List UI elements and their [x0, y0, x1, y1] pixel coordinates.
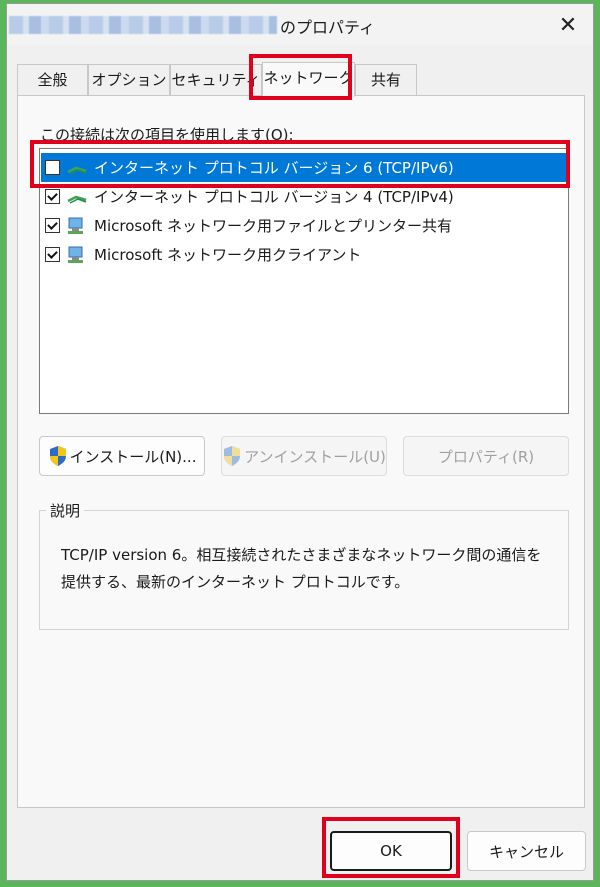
- uac-shield-icon: [224, 446, 241, 466]
- uac-shield-icon: [49, 446, 66, 466]
- window-title: のプロパティ: [280, 18, 376, 37]
- network-protocol-icon: [67, 195, 87, 204]
- tab-general[interactable]: 全般: [17, 64, 88, 96]
- description-group: 説明 TCP/IP version 6。相互接続されたさまざまなネットワーク間の…: [39, 500, 569, 630]
- install-button[interactable]: インストール(N)...: [39, 436, 205, 476]
- description-legend: 説明: [46, 500, 85, 521]
- checkbox[interactable]: [45, 160, 60, 175]
- cancel-button[interactable]: キャンセル: [467, 831, 586, 871]
- cancel-label: キャンセル: [488, 842, 564, 861]
- list-item[interactable]: インターネット プロトコル バージョン 4 (TCP/IPv4): [41, 182, 567, 211]
- network-service-icon: [68, 217, 83, 234]
- install-label: インストール(N)...: [69, 447, 197, 466]
- network-protocol-icon: [67, 166, 87, 175]
- redacted-connection-name: [9, 16, 277, 34]
- network-tab-panel: この接続は次の項目を使用します(O): インターネット プロトコル バージョン …: [17, 95, 585, 808]
- uninstall-label: アンインストール(U): [244, 447, 386, 466]
- components-listbox[interactable]: インターネット プロトコル バージョン 6 (TCP/IPv6) インターネット…: [39, 148, 569, 414]
- list-item[interactable]: Microsoft ネットワーク用ファイルとプリンター共有: [41, 211, 567, 240]
- tab-options[interactable]: オプション: [88, 64, 170, 96]
- title-bar: のプロパティ ✕: [7, 4, 593, 46]
- items-label: この接続は次の項目を使用します(O):: [40, 126, 294, 144]
- uninstall-button[interactable]: アンインストール(U): [221, 436, 387, 476]
- list-item[interactable]: Microsoft ネットワーク用クライアント: [41, 240, 567, 269]
- properties-button[interactable]: プロパティ(R): [403, 436, 569, 476]
- list-item[interactable]: インターネット プロトコル バージョン 6 (TCP/IPv6): [41, 153, 567, 182]
- properties-dialog: のプロパティ ✕ 全般 オプション セキュリティ ネットワーク 共有 この接続は…: [6, 3, 594, 881]
- network-client-icon: [68, 246, 83, 263]
- description-text: TCP/IP version 6。相互接続されたさまざまなネットワーク間の通信を…: [61, 546, 542, 591]
- checkbox[interactable]: [45, 189, 60, 204]
- properties-label: プロパティ(R): [437, 447, 535, 466]
- checkbox[interactable]: [45, 247, 60, 262]
- list-item-label: インターネット プロトコル バージョン 6 (TCP/IPv6): [94, 159, 454, 177]
- ok-button[interactable]: OK: [330, 831, 452, 871]
- list-item-label: Microsoft ネットワーク用ファイルとプリンター共有: [94, 217, 453, 235]
- close-button[interactable]: ✕: [545, 4, 591, 46]
- close-icon: ✕: [558, 12, 578, 38]
- tab-network[interactable]: ネットワーク: [262, 62, 355, 97]
- list-item-label: インターネット プロトコル バージョン 4 (TCP/IPv4): [94, 188, 454, 206]
- ok-label: OK: [380, 842, 402, 860]
- tab-security[interactable]: セキュリティ: [170, 64, 262, 96]
- list-item-label: Microsoft ネットワーク用クライアント: [94, 246, 362, 264]
- tab-sharing[interactable]: 共有: [355, 64, 417, 96]
- checkbox[interactable]: [45, 218, 60, 233]
